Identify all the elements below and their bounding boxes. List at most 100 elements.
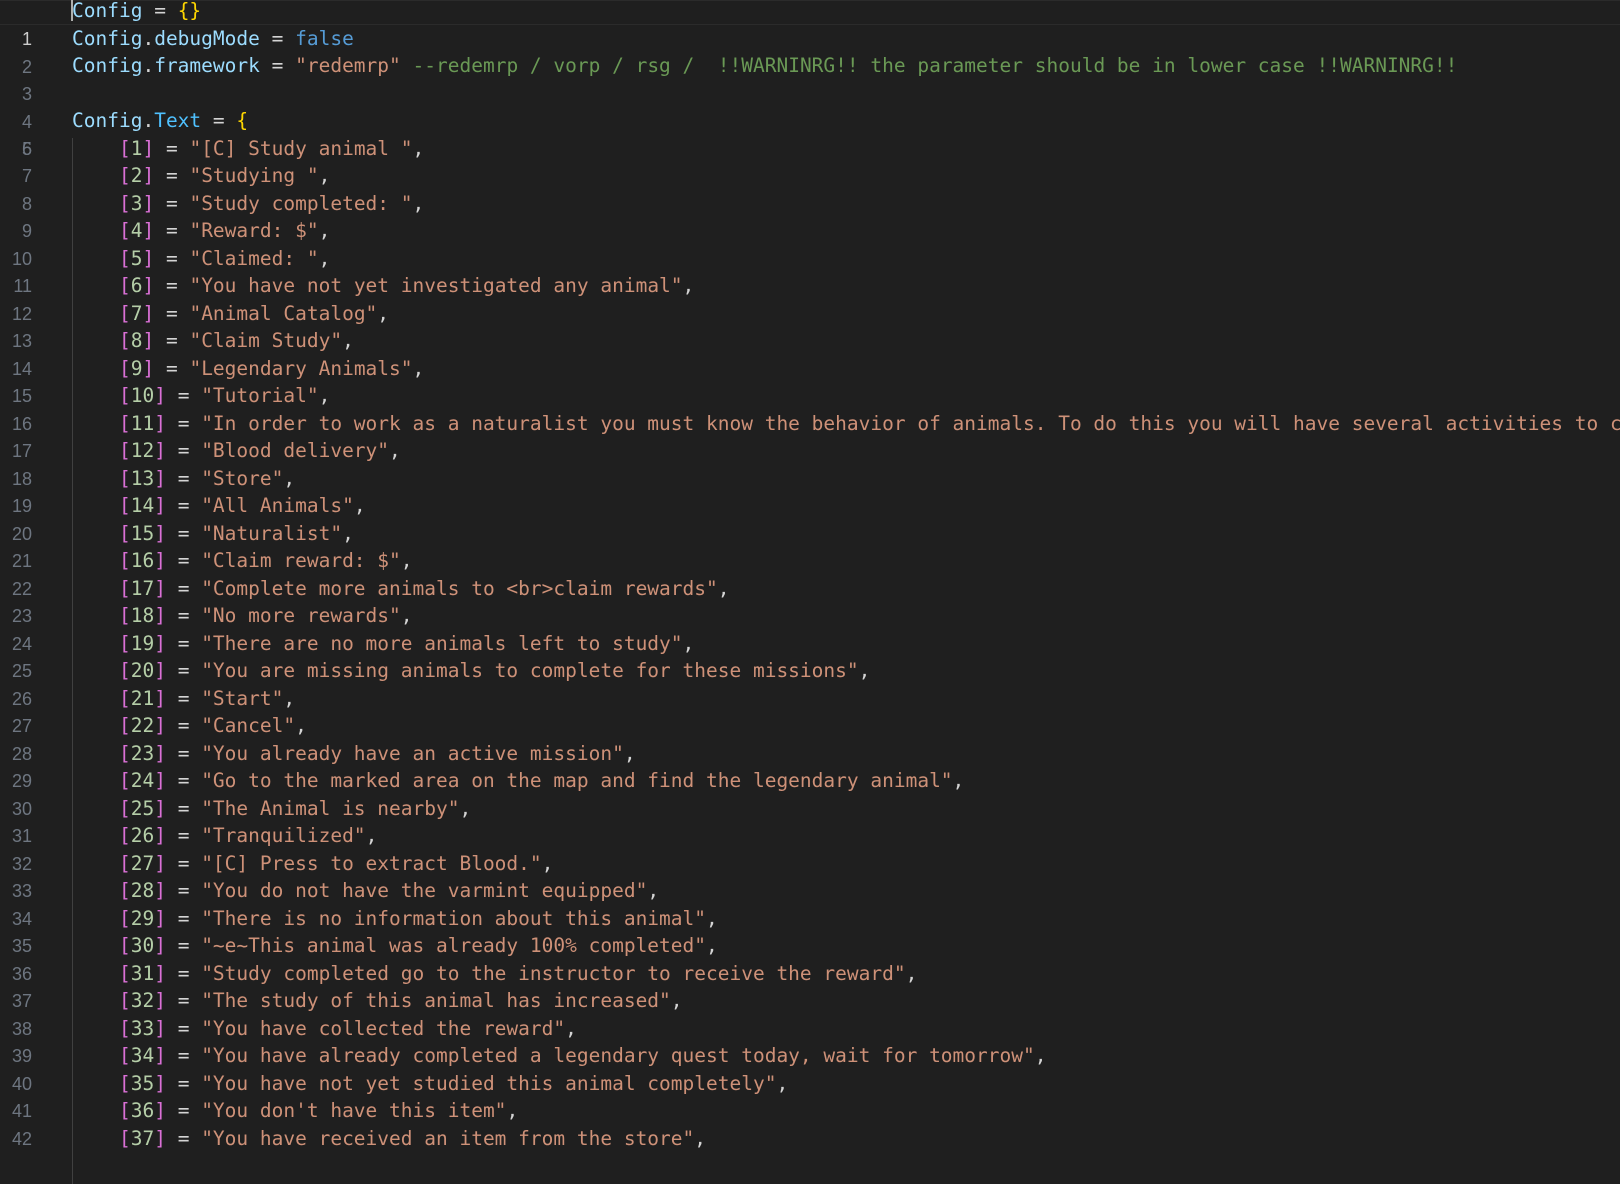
- comma: ,: [318, 219, 331, 242]
- code-line-5[interactable]: 5 Config.Text = {: [0, 107, 248, 159]
- open-bracket: [: [118, 301, 131, 325]
- operator: =: [165, 604, 202, 627]
- comma: ,: [952, 769, 965, 792]
- code-text[interactable]: [35] = "You have not yet studied this an…: [72, 1070, 788, 1098]
- code-text[interactable]: Config.Text = {: [72, 107, 248, 135]
- open-bracket: [: [118, 136, 131, 160]
- entry-string: "You are missing animals to complete for…: [201, 659, 859, 682]
- entry-string: "In order to work as a naturalist you mu…: [201, 411, 1620, 435]
- entry-string: "Studying ": [189, 164, 319, 187]
- open-bracket: [: [118, 906, 131, 930]
- code-text[interactable]: [20] = "You are missing animals to compl…: [72, 657, 870, 685]
- code-text[interactable]: [24] = "Go to the marked area on the map…: [72, 767, 964, 795]
- line-number: 30: [11, 798, 32, 819]
- code-text[interactable]: [27] = "[C] Press to extract Blood.",: [72, 850, 553, 878]
- line-number: 25: [11, 661, 32, 681]
- entry-string: "All Animals": [201, 494, 354, 517]
- open-bracket: [: [118, 631, 131, 655]
- code-line-1[interactable]: 1 Config = {}: [0, 0, 201, 49]
- code-text[interactable]: [17] = "Complete more animals to <br>cla…: [72, 575, 730, 603]
- comma: ,: [353, 494, 366, 517]
- code-text[interactable]: [10] = "Tutorial",: [72, 382, 330, 410]
- code-line-2[interactable]: 2 Config.debugMode = false: [0, 25, 354, 77]
- operator: =: [154, 164, 190, 187]
- code-text[interactable]: Config.framework = "redemrp" --redemrp /…: [72, 52, 1457, 80]
- code-text[interactable]: [8] = "Claim Study",: [72, 327, 354, 355]
- open-bracket: [: [118, 466, 131, 490]
- open-bracket: [: [118, 246, 131, 270]
- code-text[interactable]: [6] = "You have not yet investigated any…: [72, 272, 694, 300]
- code-text[interactable]: Config.debugMode = false: [72, 25, 354, 53]
- code-editor[interactable]: 1 Config = {} 2 Config.debugMode = false…: [0, 0, 1620, 1184]
- code-text[interactable]: [12] = "Blood delivery",: [72, 437, 401, 465]
- code-text[interactable]: [1] = "[C] Study animal ",: [72, 135, 424, 163]
- entry-key: 27: [130, 851, 155, 875]
- code-text[interactable]: [28] = "You do not have the varmint equi…: [72, 877, 659, 905]
- code-text[interactable]: [19] = "There are no more animals left t…: [72, 630, 694, 658]
- operator: =: [165, 851, 202, 875]
- code-text[interactable]: [15] = "Naturalist",: [72, 520, 354, 548]
- open-bracket: [: [118, 851, 131, 875]
- code-text[interactable]: [21] = "Start",: [72, 685, 295, 713]
- open-bracket: [: [118, 494, 131, 517]
- open-bracket: [: [118, 989, 131, 1012]
- code-text[interactable]: [30] = "~e~This animal was already 100% …: [72, 932, 718, 960]
- close-bracket: ]: [154, 411, 166, 435]
- operator: =: [165, 769, 202, 792]
- operator: =: [165, 686, 202, 710]
- close-bracket: ]: [154, 494, 166, 517]
- code-line-3[interactable]: 3 Config.framework = "redemrp" --redemrp…: [0, 52, 1457, 104]
- code-text[interactable]: [4] = "Reward: $",: [72, 217, 330, 245]
- line-number: 36: [11, 963, 32, 984]
- close-bracket: ]: [142, 164, 155, 187]
- close-bracket: ]: [154, 1071, 166, 1095]
- operator: =: [165, 934, 202, 957]
- entry-string: "The Animal is nearby": [201, 796, 460, 820]
- identifier: Config: [72, 109, 143, 132]
- entry-string: "You have collected the reward": [201, 1016, 566, 1040]
- code-text[interactable]: [34] = "You have already completed a leg…: [72, 1042, 1047, 1070]
- operator: =: [154, 274, 190, 297]
- code-text[interactable]: [29] = "There is no information about th…: [72, 905, 718, 933]
- operator: =: [165, 1071, 202, 1095]
- operator: =: [165, 411, 202, 435]
- comma: ,: [459, 796, 472, 820]
- close-bracket: ]: [154, 989, 166, 1012]
- code-text[interactable]: [3] = "Study completed: ",: [72, 190, 424, 218]
- operator: =: [165, 439, 202, 462]
- code-text[interactable]: [33] = "You have collected the reward",: [72, 1015, 577, 1043]
- entry-string: "Tranquilized": [201, 824, 366, 847]
- code-text[interactable]: [25] = "The Animal is nearby",: [72, 795, 471, 823]
- code-text[interactable]: [13] = "Store",: [72, 465, 295, 493]
- code-line-4[interactable]: 4: [0, 80, 47, 132]
- entry-key: 31: [130, 961, 155, 985]
- code-text[interactable]: [9] = "Legendary Animals",: [72, 355, 424, 383]
- code-text[interactable]: [5] = "Claimed: ",: [72, 245, 330, 273]
- code-text[interactable]: [23] = "You already have an active missi…: [72, 740, 636, 768]
- code-text[interactable]: Config = {}: [72, 0, 201, 25]
- code-text[interactable]: [18] = "No more rewards",: [72, 602, 413, 630]
- close-bracket: ]: [142, 329, 155, 352]
- entry-key: 6: [130, 274, 143, 297]
- code-text[interactable]: [31] = "Study completed go to the instru…: [72, 960, 917, 988]
- code-text[interactable]: [26] = "Tranquilized",: [72, 822, 377, 850]
- code-text[interactable]: [16] = "Claim reward: $",: [72, 547, 413, 575]
- code-text[interactable]: [37] = "You have received an item from t…: [72, 1125, 706, 1153]
- code-text[interactable]: [11] = "In order to work as a naturalist…: [72, 410, 1620, 438]
- code-text[interactable]: [22] = "Cancel",: [72, 712, 307, 740]
- identifier: Config: [72, 0, 143, 22]
- code-text[interactable]: [2] = "Studying ",: [72, 162, 330, 190]
- code-text[interactable]: [7] = "Animal Catalog",: [72, 300, 389, 328]
- code-text[interactable]: [36] = "You don't have this item",: [72, 1097, 518, 1125]
- code-text[interactable]: [32] = "The study of this animal has inc…: [72, 987, 683, 1015]
- code-text[interactable]: [14] = "All Animals",: [72, 492, 366, 520]
